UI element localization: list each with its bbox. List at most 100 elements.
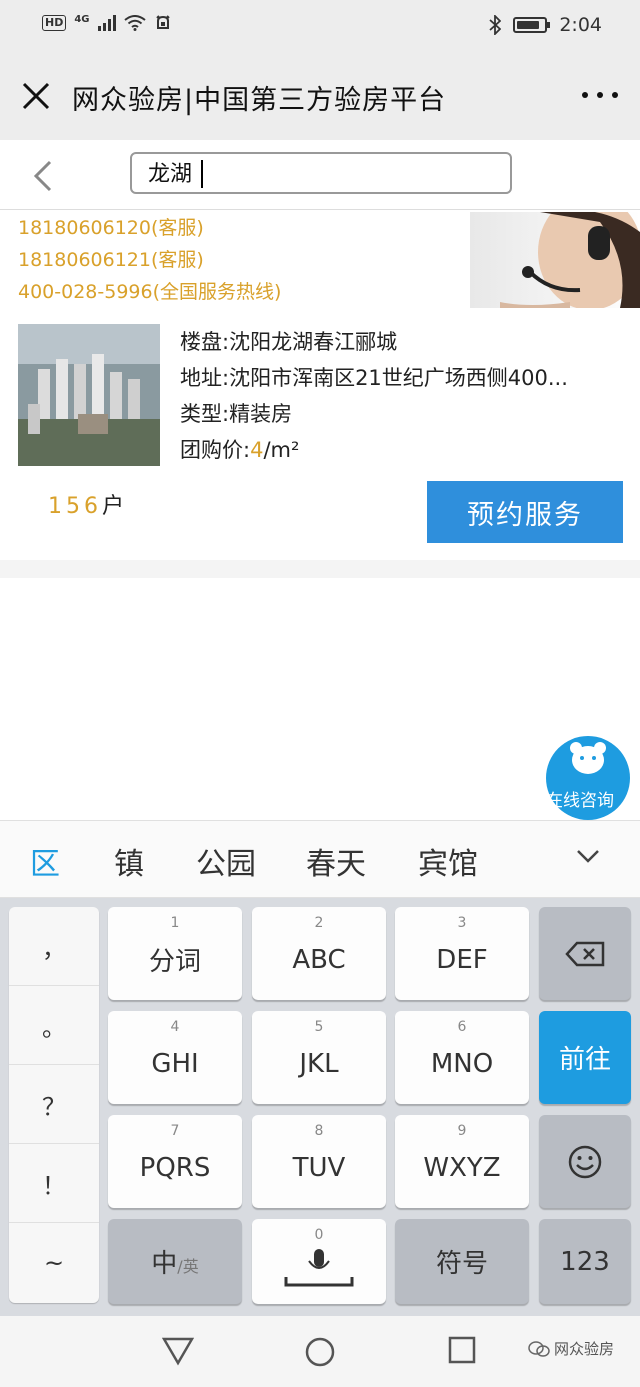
lang-main: 中	[151, 1249, 178, 1279]
candidate-3[interactable]: 公园	[196, 839, 256, 883]
status-right: 2:04	[489, 14, 602, 36]
status-bar: HD 4G 2:04	[0, 0, 640, 54]
key-5[interactable]: 5 JKL	[252, 1011, 386, 1104]
backspace-icon	[565, 941, 605, 966]
key-2[interactable]: 2 ABC	[252, 907, 386, 1000]
key-1[interactable]: 1 分词	[108, 907, 242, 1000]
signal-icon	[97, 15, 116, 31]
back-triangle-icon[interactable]	[162, 1336, 194, 1366]
clock: 2:04	[559, 14, 602, 36]
listing-price: 团购价:4/m²	[180, 432, 620, 468]
price-unit: /m²	[263, 438, 300, 462]
section-divider	[0, 560, 640, 578]
key-9[interactable]: 9 WXYZ	[395, 1115, 529, 1208]
battery-icon	[513, 17, 551, 33]
key-4[interactable]: 4 GHI	[108, 1011, 242, 1104]
recents-square-icon[interactable]	[448, 1336, 476, 1364]
key-label: JKL	[299, 1048, 339, 1079]
households-unit: 户	[102, 494, 125, 519]
close-icon[interactable]	[20, 80, 52, 112]
key-8[interactable]: 8 TUV	[252, 1115, 386, 1208]
watermark: 网众验房	[528, 1338, 614, 1359]
chevron-down-icon[interactable]	[576, 847, 600, 867]
hd-badge: HD	[42, 15, 67, 31]
battery-fill	[517, 21, 540, 29]
key-label: PQRS	[139, 1152, 211, 1183]
more-icon[interactable]	[582, 92, 618, 98]
key-num: 7	[170, 1123, 180, 1139]
go-key[interactable]: 前往	[539, 1011, 631, 1104]
search-input[interactable]	[148, 159, 488, 184]
key-label: TUV	[292, 1152, 346, 1183]
key-3[interactable]: 3 DEF	[395, 907, 529, 1000]
emoji-key[interactable]	[539, 1115, 631, 1208]
punct-tilde[interactable]: ~	[9, 1223, 99, 1302]
key-label: 分词	[148, 947, 201, 977]
search-row	[0, 140, 640, 210]
contact-phones: 18180606120(客服) 18180606121(客服) 400-028-…	[18, 212, 281, 308]
price-prefix: 团购价:	[180, 438, 251, 462]
page-title: 网众验房|中国第三方验房平台	[72, 85, 447, 116]
candidate-5[interactable]: 宾馆	[418, 839, 478, 883]
candidate-1[interactable]: 区	[30, 839, 60, 883]
key-num: 3	[457, 915, 467, 931]
punct-period[interactable]: 。	[9, 986, 99, 1065]
symbol-key[interactable]: 符号	[395, 1219, 529, 1304]
punctuation-column: ， 。 ？ ！ ~	[9, 907, 99, 1303]
key-num: 0	[314, 1227, 324, 1243]
key-num: 2	[314, 915, 324, 931]
listing-building: 楼盘:沈阳龙湖春江郦城	[180, 330, 398, 354]
text-caret	[201, 160, 203, 188]
key-num: 9	[457, 1123, 467, 1139]
phone-hotline[interactable]: 400-028-5996(全国服务热线)	[18, 276, 281, 308]
households-count: 156	[48, 494, 102, 519]
back-chevron-icon[interactable]	[30, 158, 58, 194]
building-image[interactable]	[18, 324, 160, 466]
alarm-icon	[155, 15, 170, 29]
customer-service-image	[470, 212, 640, 308]
book-service-button[interactable]: 预约服务	[427, 481, 623, 543]
home-circle-icon[interactable]	[304, 1336, 336, 1368]
punct-comma[interactable]: ，	[9, 907, 99, 986]
key-num: 1	[170, 915, 180, 931]
key-num: 5	[314, 1019, 324, 1035]
online-consult-button[interactable]: 在线咨询	[546, 736, 640, 820]
lang-alt: /英	[177, 1257, 199, 1276]
status-left: HD 4G	[42, 14, 172, 32]
key-label: GHI	[151, 1048, 199, 1079]
key-label: DEF	[436, 944, 488, 975]
households: 156户	[48, 488, 124, 520]
key-label: WXYZ	[423, 1152, 501, 1183]
go-label: 前往	[558, 1045, 611, 1075]
candidate-bar: 区 镇 公园 春天 宾馆	[0, 820, 640, 898]
search-box[interactable]	[130, 152, 512, 194]
listing-address: 地址:沈阳市浑南区21世纪广场西侧400...	[180, 366, 568, 390]
candidate-4[interactable]: 春天	[306, 839, 366, 883]
key-label: ABC	[292, 944, 346, 975]
chat-label: 在线咨询	[546, 791, 614, 811]
punct-exclaim[interactable]: ！	[9, 1144, 99, 1223]
watermark-text: 网众验房	[554, 1340, 615, 1358]
keyboard: ， 。 ？ ！ ~ 1 分词 2 ABC 3 DEF 4 GHI 5 JKL 6 MNO 前…	[0, 898, 640, 1316]
key-num: 8	[314, 1123, 324, 1139]
key-7[interactable]: 7 PQRS	[108, 1115, 242, 1208]
key-6[interactable]: 6 MNO	[395, 1011, 529, 1104]
symbol-label: 符号	[435, 1249, 488, 1279]
candidate-2[interactable]: 镇	[114, 839, 144, 883]
wechat-icon	[528, 1340, 550, 1357]
phone-service-1[interactable]: 18180606120(客服)	[18, 212, 281, 244]
backspace-key[interactable]	[539, 907, 631, 1000]
phone-service-2[interactable]: 18180606121(客服)	[18, 244, 281, 276]
system-nav-bar: 网众验房	[0, 1316, 640, 1387]
punct-question[interactable]: ？	[9, 1065, 99, 1144]
key-num: 4	[170, 1019, 180, 1035]
listing-info: 楼盘:沈阳龙湖春江郦城 地址:沈阳市浑南区21世纪广场西侧400... 类型:精…	[180, 324, 620, 468]
price-value: 4	[250, 438, 264, 462]
space-key[interactable]: 0	[252, 1219, 386, 1304]
wifi-icon	[123, 15, 146, 31]
network-label: 4G	[74, 13, 90, 25]
numeric-key[interactable]: 123	[539, 1219, 631, 1304]
lang-switch-key[interactable]: 中/英	[108, 1219, 242, 1304]
microphone-icon	[284, 1248, 354, 1286]
emoji-icon	[568, 1145, 602, 1178]
